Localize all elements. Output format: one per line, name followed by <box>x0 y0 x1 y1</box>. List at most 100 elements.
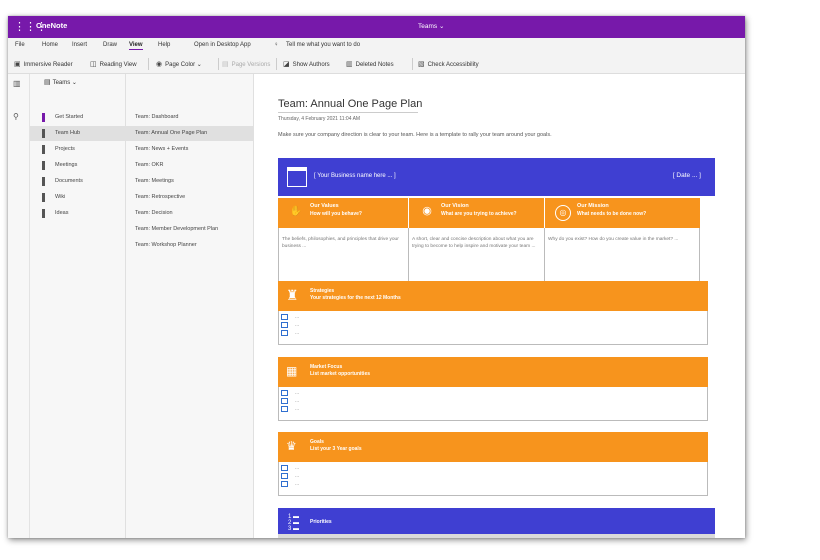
page-item[interactable]: Team: Annual One Page Plan <box>126 126 254 141</box>
section-item[interactable]: Get Started <box>30 110 126 125</box>
menu-view[interactable]: View <box>129 42 143 50</box>
deleted-notes-button[interactable]: ▥ Deleted Notes <box>346 60 394 68</box>
show-authors-button[interactable]: ◪ Show Authors <box>283 60 330 68</box>
menu-file[interactable]: File <box>15 42 25 48</box>
notebook-icon: ▤ <box>44 79 53 86</box>
page-versions-button[interactable]: ▤ Page Versions <box>222 60 270 68</box>
market-focus-subtitle: List market opportunities <box>310 371 371 377</box>
lightbulb-icon[interactable]: ♀ <box>274 42 279 48</box>
section-item[interactable]: Ideas <box>30 206 126 221</box>
checkbox[interactable] <box>281 330 288 336</box>
ribbon-divider <box>148 58 149 70</box>
menu-draw[interactable]: Draw <box>103 42 117 48</box>
list-item[interactable]: ... <box>295 390 299 396</box>
section-label: Get Started <box>55 114 84 120</box>
strategies-list: ... ... ... <box>278 311 708 345</box>
mission-subtitle: What needs to be done now? <box>577 211 647 217</box>
checkbox[interactable] <box>281 406 288 412</box>
app-name[interactable]: OneNote <box>36 21 67 30</box>
mission-body[interactable]: Why do you exist? How do you create valu… <box>545 228 700 286</box>
eye-icon: ◉ <box>422 205 432 217</box>
list-item[interactable]: ... <box>295 330 299 336</box>
check-accessibility-label: Check Accessibility <box>427 62 479 68</box>
section-item[interactable]: Meetings <box>30 158 126 173</box>
numbered-list-icon: 1 ▬ 2 ▬ 3 ▬ <box>288 514 300 532</box>
section-item[interactable]: Team Hub <box>30 126 126 141</box>
notebook-selector[interactable]: ▤ Teams ⌄ <box>44 78 77 86</box>
menu-home[interactable]: Home <box>42 42 58 48</box>
sections-pane: ▤ Teams ⌄ Get Started Team Hub Projects … <box>30 74 126 538</box>
strategies-subtitle: Your strategies for the next 12 Months <box>310 295 401 301</box>
values-title: Our Values <box>310 203 339 209</box>
date-field[interactable]: [ Date ... ] <box>673 172 701 179</box>
menu-help[interactable]: Help <box>158 42 170 48</box>
deleted-notes-label: Deleted Notes <box>355 62 394 68</box>
vision-title: Our Vision <box>441 203 469 209</box>
page-item-label: Team: Workshop Planner <box>135 242 197 248</box>
open-in-desktop-app[interactable]: Open in Desktop App <box>194 42 251 48</box>
goals-title: Goals <box>310 439 324 445</box>
page-title[interactable]: Team: Annual One Page Plan <box>278 98 422 110</box>
page-item[interactable]: Team: OKR <box>126 158 254 173</box>
page-item[interactable]: Team: Member Development Plan <box>126 222 254 237</box>
page-item[interactable]: Team: Retrospective <box>126 190 254 205</box>
check-accessibility-button[interactable]: ▧ Check Accessibility <box>418 60 479 68</box>
vision-body[interactable]: A short, clear and concise description a… <box>409 228 545 286</box>
section-label: Wiki <box>55 194 66 200</box>
section-label: Ideas <box>55 210 69 216</box>
checkbox[interactable] <box>281 398 288 404</box>
notebooks-icon[interactable]: ▥ <box>13 79 21 88</box>
team-title[interactable]: Teams ⌄ <box>418 22 444 30</box>
list-item[interactable]: ... <box>295 322 299 328</box>
values-body[interactable]: The beliefs, philosophies, and principle… <box>278 228 409 286</box>
page-item[interactable]: Team: Workshop Planner <box>126 238 254 253</box>
list-item[interactable]: ... <box>295 473 299 479</box>
title-bar: ⋮⋮⋮ OneNote Teams ⌄ <box>8 16 745 38</box>
checkbox[interactable] <box>281 481 288 487</box>
page-item[interactable]: Team: Dashboard <box>126 110 254 125</box>
section-item[interactable]: Wiki <box>30 190 126 205</box>
menu-insert[interactable]: Insert <box>72 42 87 48</box>
business-banner: [ Your Business name here ... ] [ Date .… <box>278 158 715 196</box>
page-color-button[interactable]: ◉ Page Color ⌄ <box>156 60 202 68</box>
section-color-tab <box>42 145 45 154</box>
search-icon[interactable]: ⚲ <box>13 112 19 121</box>
business-name-field[interactable]: [ Your Business name here ... ] <box>314 173 396 179</box>
tell-me-search[interactable]: Tell me what you want to do <box>286 42 360 48</box>
checkbox[interactable] <box>281 473 288 479</box>
page-item-label: Team: Decision <box>135 210 173 216</box>
checkbox[interactable] <box>281 390 288 396</box>
immersive-reader-button[interactable]: ▣ Immersive Reader <box>14 60 73 68</box>
list-item[interactable]: ... <box>295 314 299 320</box>
list-item[interactable]: ... <box>295 465 299 471</box>
ribbon: ▣ Immersive Reader ◫ Reading View ◉ Page Co… <box>8 54 745 74</box>
section-color-tab <box>42 177 45 186</box>
reading-view-icon: ◫ <box>90 61 97 68</box>
page-canvas[interactable]: Team: Annual One Page Plan Thursday, 4 F… <box>254 74 745 538</box>
mission-title: Our Mission <box>577 203 609 209</box>
page-item[interactable]: Team: Meetings <box>126 174 254 189</box>
list-item[interactable]: ... <box>295 481 299 487</box>
intro-text[interactable]: Make sure your company direction is clea… <box>278 131 578 139</box>
vision-header: ◉ Our Vision What are you trying to achi… <box>409 198 544 228</box>
target-icon: ◎ <box>555 205 571 221</box>
list-item[interactable]: ... <box>295 406 299 412</box>
page-item[interactable]: Team: Decision <box>126 206 254 221</box>
title-underline <box>278 112 418 113</box>
checkbox[interactable] <box>281 314 288 320</box>
waffle-icon[interactable]: ⋮⋮⋮ <box>14 20 47 34</box>
section-color-tab <box>42 113 45 122</box>
page-item[interactable]: Team: News + Events <box>126 142 254 157</box>
ribbon-divider <box>276 58 277 70</box>
checkbox[interactable] <box>281 465 288 471</box>
section-item[interactable]: Documents <box>30 174 126 189</box>
section-label: Documents <box>55 178 83 184</box>
section-item[interactable]: Projects <box>30 142 126 157</box>
ribbon-divider <box>412 58 413 70</box>
priorities-body[interactable] <box>278 534 715 538</box>
reading-view-button[interactable]: ◫ Reading View <box>90 60 137 68</box>
checkbox[interactable] <box>281 322 288 328</box>
list-item[interactable]: ... <box>295 398 299 404</box>
page-item-label: Team: Dashboard <box>135 114 179 120</box>
values-subtitle: How will you behave? <box>310 211 362 217</box>
